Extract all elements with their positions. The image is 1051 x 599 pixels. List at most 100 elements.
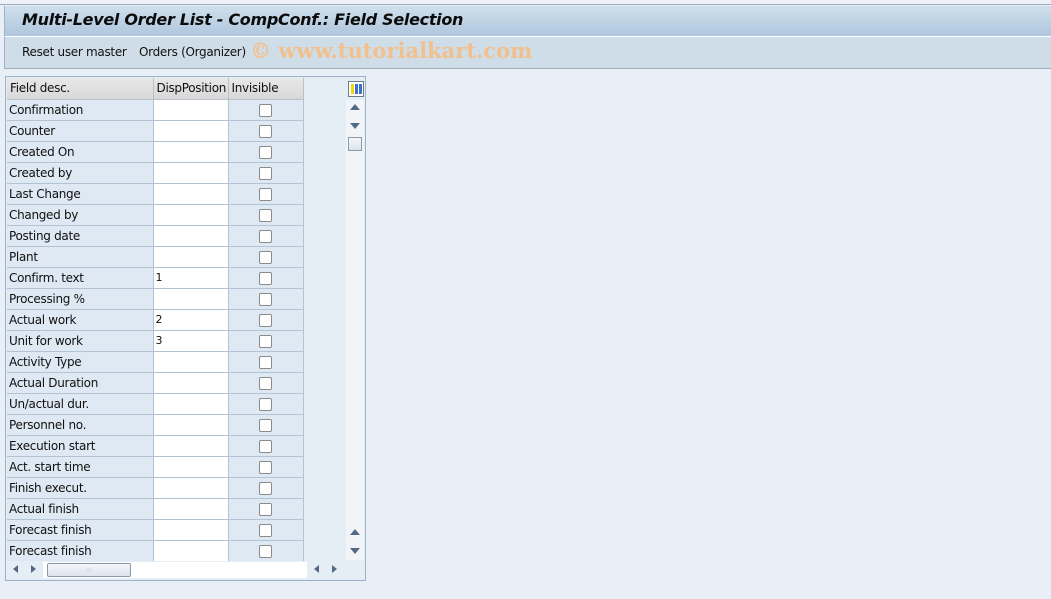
disp-position-input[interactable] [153, 120, 229, 142]
field-desc-cell: Un/actual dur. [7, 393, 154, 415]
arrow-up-icon[interactable] [350, 104, 360, 110]
invisible-checkbox[interactable] [259, 523, 272, 537]
invisible-checkbox[interactable] [259, 418, 272, 432]
disp-position-input[interactable]: 2 [153, 309, 229, 331]
disp-position-input[interactable] [153, 99, 229, 121]
table-row: Forecast finish [7, 540, 304, 562]
invisible-cell [228, 309, 304, 331]
column-header-field-desc[interactable]: Field desc. [7, 78, 154, 100]
invisible-cell [228, 456, 304, 478]
disp-position-input[interactable] [153, 204, 229, 226]
disp-position-input[interactable] [153, 351, 229, 373]
field-desc-cell: Actual work [7, 309, 154, 331]
disp-position-input[interactable]: 1 [153, 267, 229, 289]
column-config-icon[interactable] [348, 81, 364, 97]
invisible-checkbox[interactable] [259, 166, 272, 180]
invisible-cell [228, 183, 304, 205]
field-desc-cell: Plant [7, 246, 154, 268]
field-desc-cell: Finish execut. [7, 477, 154, 499]
table-row: Forecast finish [7, 519, 304, 541]
field-desc-cell: Posting date [7, 225, 154, 247]
disp-position-input[interactable] [153, 435, 229, 457]
invisible-cell [228, 393, 304, 415]
field-desc-cell: Activity Type [7, 351, 154, 373]
table-row: Execution start [7, 435, 304, 457]
disp-position-input[interactable] [153, 162, 229, 184]
arrow-right-icon[interactable] [31, 565, 36, 573]
arrow-down-icon[interactable] [350, 548, 360, 554]
invisible-cell [228, 540, 304, 562]
disp-position-input[interactable] [153, 414, 229, 436]
invisible-checkbox[interactable] [259, 544, 272, 558]
disp-position-input[interactable] [153, 519, 229, 541]
invisible-checkbox[interactable] [259, 250, 272, 264]
disp-position-input[interactable] [153, 183, 229, 205]
horizontal-scroll-thumb[interactable]: ::: [47, 563, 131, 577]
disp-position-input[interactable] [153, 498, 229, 520]
window-title: Multi-Level Order List - CompConf.: Fiel… [22, 10, 464, 29]
disp-position-input[interactable] [153, 540, 229, 562]
field-desc-cell: Created On [7, 141, 154, 163]
table-row: Confirmation [7, 99, 304, 121]
invisible-checkbox[interactable] [259, 187, 272, 201]
field-desc-cell: Counter [7, 120, 154, 142]
invisible-checkbox[interactable] [259, 313, 272, 327]
invisible-checkbox[interactable] [259, 355, 272, 369]
disp-position-input[interactable] [153, 372, 229, 394]
arrow-left-icon[interactable] [314, 565, 319, 573]
disp-position-input[interactable] [153, 456, 229, 478]
invisible-cell [228, 162, 304, 184]
invisible-checkbox[interactable] [259, 439, 272, 453]
invisible-checkbox[interactable] [259, 397, 272, 411]
disp-position-input[interactable] [153, 246, 229, 268]
disp-position-input[interactable] [153, 393, 229, 415]
field-desc-cell: Unit for work [7, 330, 154, 352]
invisible-checkbox[interactable] [259, 502, 272, 516]
vertical-scrollbar[interactable] [346, 100, 364, 560]
invisible-checkbox[interactable] [259, 145, 272, 159]
field-desc-cell: Confirm. text [7, 267, 154, 289]
horizontal-scrollbar[interactable]: ::: [7, 561, 347, 579]
disp-position-input[interactable] [153, 288, 229, 310]
field-desc-cell: Processing % [7, 288, 154, 310]
table-row: Created by [7, 162, 304, 184]
invisible-checkbox[interactable] [259, 208, 272, 222]
disp-position-input[interactable]: 3 [153, 330, 229, 352]
invisible-checkbox[interactable] [259, 292, 272, 306]
field-desc-cell: Forecast finish [7, 540, 154, 562]
arrow-down-icon[interactable] [350, 123, 360, 129]
column-header-disp-position[interactable]: DispPosition [153, 78, 229, 100]
invisible-checkbox[interactable] [259, 271, 272, 285]
invisible-checkbox[interactable] [259, 229, 272, 243]
table-row: Un/actual dur. [7, 393, 304, 415]
reset-user-master-button[interactable]: Reset user master [22, 45, 127, 59]
invisible-checkbox[interactable] [259, 124, 272, 138]
table-row: Unit for work 3 [7, 330, 304, 352]
disp-position-input[interactable] [153, 477, 229, 499]
field-desc-cell: Actual Duration [7, 372, 154, 394]
invisible-checkbox[interactable] [259, 103, 272, 117]
invisible-checkbox[interactable] [259, 334, 272, 348]
orders-organizer-button[interactable]: Orders (Organizer) [139, 45, 246, 59]
disp-position-input[interactable] [153, 225, 229, 247]
field-desc-cell: Execution start [7, 435, 154, 457]
invisible-checkbox[interactable] [259, 481, 272, 495]
table-row: Act. start time [7, 456, 304, 478]
field-desc-cell: Last Change [7, 183, 154, 205]
arrow-right-icon[interactable] [332, 565, 337, 573]
invisible-cell [228, 435, 304, 457]
arrow-left-icon[interactable] [13, 565, 18, 573]
field-desc-cell: Actual finish [7, 498, 154, 520]
disp-position-input[interactable] [153, 141, 229, 163]
table-row: Actual Duration [7, 372, 304, 394]
column-header-invisible[interactable]: Invisible [228, 78, 304, 100]
vertical-scroll-thumb[interactable] [348, 137, 362, 151]
application-toolbar: Reset user master Orders (Organizer) © w… [4, 36, 1051, 69]
invisible-checkbox[interactable] [259, 376, 272, 390]
invisible-cell [228, 498, 304, 520]
field-desc-cell: Created by [7, 162, 154, 184]
table-row: Created On [7, 141, 304, 163]
arrow-up-icon[interactable] [350, 529, 360, 535]
invisible-checkbox[interactable] [259, 460, 272, 474]
table-row: Plant [7, 246, 304, 268]
